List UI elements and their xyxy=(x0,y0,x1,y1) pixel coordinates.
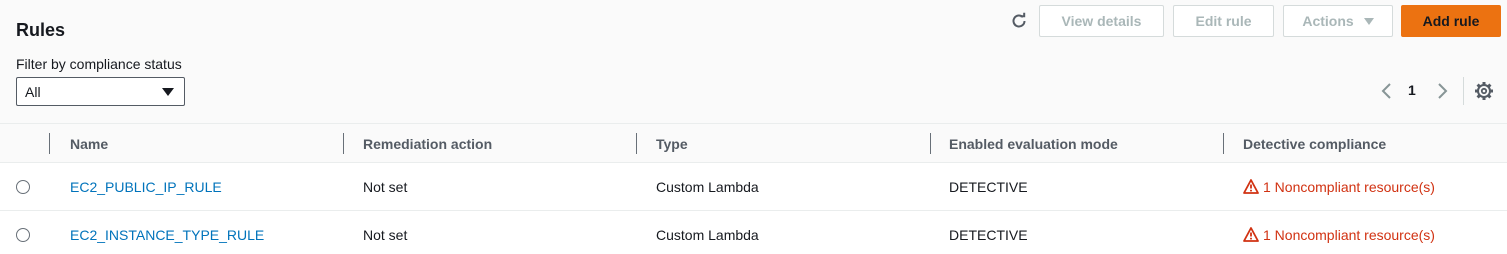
caret-down-icon xyxy=(1363,17,1374,25)
column-header-name[interactable]: Name xyxy=(70,136,108,152)
pager-divider xyxy=(1463,77,1464,105)
compliance-filter-select[interactable]: All xyxy=(16,77,185,106)
chevron-left-icon[interactable] xyxy=(1379,82,1395,100)
chevron-right-icon[interactable] xyxy=(1434,82,1450,100)
evaluation-mode: DETECTIVE xyxy=(949,227,1028,243)
actions-label: Actions xyxy=(1302,13,1354,29)
evaluation-mode: DETECTIVE xyxy=(949,179,1028,195)
column-separator[interactable] xyxy=(1223,133,1224,154)
remediation-action: Not set xyxy=(363,179,408,195)
column-header-evaluation-mode[interactable]: Enabled evaluation mode xyxy=(949,136,1118,152)
compliance-status-link[interactable]: 1 Noncompliant resource(s) xyxy=(1243,227,1435,243)
table-row[interactable]: EC2_INSTANCE_TYPE_RULE Not set Custom La… xyxy=(0,211,1507,254)
warning-icon xyxy=(1243,179,1259,194)
compliance-status-text: 1 Noncompliant resource(s) xyxy=(1263,179,1435,195)
rule-type: Custom Lambda xyxy=(656,227,759,243)
column-header-remediation[interactable]: Remediation action xyxy=(363,136,492,152)
warning-icon xyxy=(1243,227,1259,242)
column-separator[interactable] xyxy=(930,133,931,154)
add-rule-button[interactable]: Add rule xyxy=(1401,5,1501,37)
table-row[interactable]: EC2_PUBLIC_IP_RULE Not set Custom Lambda… xyxy=(0,163,1507,211)
compliance-status-text: 1 Noncompliant resource(s) xyxy=(1263,227,1435,243)
compliance-status-link[interactable]: 1 Noncompliant resource(s) xyxy=(1243,179,1435,195)
refresh-icon xyxy=(1012,12,1026,28)
row-select-radio[interactable] xyxy=(16,228,30,242)
column-separator xyxy=(49,133,50,154)
current-page[interactable]: 1 xyxy=(1408,82,1416,98)
page-title: Rules xyxy=(16,20,66,40)
column-separator[interactable] xyxy=(343,133,344,154)
rule-name-link[interactable]: EC2_INSTANCE_TYPE_RULE xyxy=(70,227,264,243)
remediation-action: Not set xyxy=(363,227,408,243)
column-header-type[interactable]: Type xyxy=(656,136,688,152)
compliance-filter-value: All xyxy=(25,84,41,100)
gear-icon[interactable] xyxy=(1474,81,1494,101)
filter-label: Filter by compliance status xyxy=(16,56,182,72)
rule-name-link[interactable]: EC2_PUBLIC_IP_RULE xyxy=(70,179,222,195)
row-select-radio[interactable] xyxy=(16,180,30,194)
caret-down-icon xyxy=(162,88,174,96)
refresh-button[interactable] xyxy=(1008,10,1030,32)
rule-type: Custom Lambda xyxy=(656,179,759,195)
table-header: Name Remediation action Type Enabled eva… xyxy=(0,123,1507,163)
actions-button[interactable]: Actions xyxy=(1283,5,1393,37)
view-details-button[interactable]: View details xyxy=(1039,5,1164,37)
column-header-compliance[interactable]: Detective compliance xyxy=(1243,136,1386,152)
edit-rule-button[interactable]: Edit rule xyxy=(1173,5,1274,37)
column-separator[interactable] xyxy=(636,133,637,154)
